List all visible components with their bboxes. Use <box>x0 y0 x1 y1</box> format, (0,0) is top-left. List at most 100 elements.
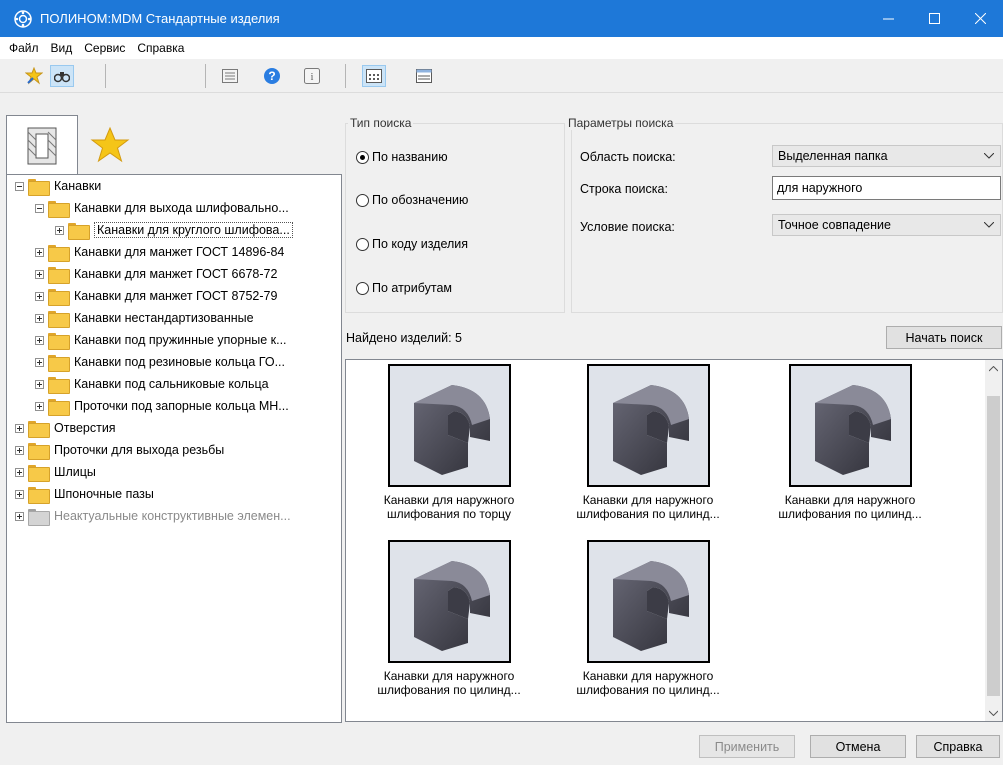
tree-item[interactable]: Канавки для манжет ГОСТ 8752-79 <box>35 285 277 307</box>
expand-icon[interactable] <box>15 467 24 477</box>
info-button[interactable]: i <box>300 65 324 87</box>
expand-icon[interactable] <box>15 511 24 521</box>
expand-icon[interactable] <box>35 357 44 367</box>
help-button[interactable]: ? <box>260 65 284 87</box>
start-search-button[interactable]: Начать поиск <box>886 326 1002 349</box>
expand-icon[interactable] <box>15 445 24 455</box>
result-item[interactable]: Канавки для наружного шлифования по торцу <box>354 364 544 521</box>
tree-item[interactable]: Канавки под сальниковые кольца <box>35 373 269 395</box>
radio-by-name[interactable]: По названию <box>356 150 448 164</box>
tree-item[interactable]: Канавки для манжет ГОСТ 6678-72 <box>35 263 277 285</box>
result-item[interactable]: Канавки для наружного шлифования по цилин… <box>553 540 743 697</box>
found-count: Найдено изделий: 5 <box>346 331 462 345</box>
radio-by-code[interactable]: По коду изделия <box>356 237 468 251</box>
close-button[interactable] <box>957 0 1003 37</box>
scroll-down-icon[interactable] <box>985 704 1002 721</box>
search-toggle-button[interactable] <box>50 65 74 87</box>
pin-button[interactable] <box>22 65 46 87</box>
tab-favorites[interactable] <box>78 115 142 175</box>
part-3d-icon <box>613 560 689 651</box>
part-3d-icon <box>613 384 689 475</box>
results-scrollbar[interactable] <box>985 360 1002 721</box>
search-area-select[interactable]: Выделенная папка <box>772 145 1001 167</box>
folder-icon <box>28 442 50 460</box>
part-thumbnail <box>586 540 710 663</box>
radio-icon <box>356 281 369 295</box>
tab-catalog[interactable] <box>6 115 78 175</box>
result-item[interactable]: Канавки для наружного шлифования по цилин… <box>354 540 544 697</box>
chevron-down-icon <box>982 149 996 163</box>
scrollbar-thumb[interactable] <box>987 396 1000 696</box>
expand-icon[interactable] <box>35 247 44 257</box>
menu-help[interactable]: Справка <box>131 41 190 55</box>
radio-by-designation[interactable]: По обозначению <box>356 193 468 207</box>
tree-item[interactable]: Проточки под запорные кольца МН... <box>35 395 289 417</box>
folder-icon <box>48 398 70 416</box>
tree-item-label: Канавки <box>54 179 102 193</box>
result-caption: Канавки для наружного <box>784 493 916 507</box>
expand-icon[interactable] <box>35 269 44 279</box>
cancel-button[interactable]: Отмена <box>810 735 906 758</box>
menu-file[interactable]: Файл <box>3 41 45 55</box>
result-item[interactable]: Канавки для наружного шлифования по цилин… <box>755 364 945 521</box>
collapse-icon[interactable] <box>15 181 24 191</box>
search-string-input[interactable]: для наружного <box>772 176 1001 200</box>
maximize-button[interactable] <box>911 0 957 37</box>
help-dialog-button[interactable]: Справка <box>916 735 1000 758</box>
category-tree: Канавки Канавки для выхода шлифовально..… <box>6 174 342 723</box>
expand-icon[interactable] <box>15 423 24 433</box>
part-thumbnail <box>586 364 710 487</box>
tree-item-label: Канавки для манжет ГОСТ 6678-72 <box>74 267 278 281</box>
result-caption: шлифования по цилинд... <box>778 507 922 521</box>
radio-by-attributes[interactable]: По атрибутам <box>356 281 452 295</box>
search-type-title: Тип поиска <box>348 116 414 130</box>
toolbar: ? i <box>0 59 1003 93</box>
expand-icon[interactable] <box>35 379 44 389</box>
tree-item[interactable]: Отверстия <box>15 417 116 439</box>
tree-item-label: Канавки нестандартизованные <box>74 311 254 325</box>
tree-item[interactable]: Шлицы <box>15 461 96 483</box>
expand-icon[interactable] <box>55 225 64 235</box>
radio-icon <box>356 237 369 251</box>
expand-icon[interactable] <box>35 291 44 301</box>
tree-item[interactable]: Канавки для манжет ГОСТ 14896-84 <box>35 241 284 263</box>
list-view-button[interactable] <box>218 65 242 87</box>
table-view-button[interactable] <box>412 65 436 87</box>
tree-item[interactable]: Канавки под пружинные упорные к... <box>35 329 287 351</box>
result-caption: шлифования по цилинд... <box>377 683 521 697</box>
expand-icon[interactable] <box>35 335 44 345</box>
binoculars-icon <box>54 72 70 83</box>
tree-item-label: Проточки для выхода резьбы <box>54 443 225 457</box>
tree-item-label: Отверстия <box>54 421 116 435</box>
tree-item[interactable]: Канавки для выхода шлифовально... <box>35 197 289 219</box>
info-icon: i <box>304 68 320 84</box>
window-title: ПОЛИНОМ:MDM Стандартные изделия <box>40 11 280 26</box>
collapse-icon[interactable] <box>35 203 44 213</box>
expand-icon[interactable] <box>35 401 44 411</box>
tree-item[interactable]: Канавки под резиновые кольца ГО... <box>35 351 285 373</box>
minimize-icon <box>882 18 894 20</box>
tree-item-label: Канавки под резиновые кольца ГО... <box>74 355 285 369</box>
search-condition-select[interactable]: Точное совпадение <box>772 214 1001 236</box>
part-thumbnail <box>387 540 511 663</box>
scroll-up-icon[interactable] <box>985 360 1002 377</box>
expand-icon[interactable] <box>15 489 24 499</box>
tree-item[interactable]: Неактуальные конструктивные элемен... <box>15 505 291 527</box>
tree-item[interactable]: Проточки для выхода резьбы <box>15 439 224 461</box>
result-caption: Канавки для наружного <box>582 669 714 683</box>
menu-service[interactable]: Сервис <box>78 41 131 55</box>
grid-view-button[interactable] <box>362 65 386 87</box>
menu-view[interactable]: Вид <box>45 41 79 55</box>
apply-button[interactable]: Применить <box>699 735 795 758</box>
folder-icon <box>48 200 70 218</box>
tree-item[interactable]: Шпоночные пазы <box>15 483 154 505</box>
expand-icon[interactable] <box>35 313 44 323</box>
tree-item-label: Канавки для манжет ГОСТ 14896-84 <box>74 245 285 259</box>
result-item[interactable]: Канавки для наружного шлифования по цилин… <box>553 364 743 521</box>
tree-item[interactable]: Канавки <box>15 175 101 197</box>
tree-item[interactable]: Канавки для круглого шлифова... <box>55 219 293 241</box>
tree-item-label: Канавки под сальниковые кольца <box>74 377 269 391</box>
tree-item[interactable]: Канавки нестандартизованные <box>35 307 254 329</box>
minimize-button[interactable] <box>865 0 911 37</box>
svg-text:i: i <box>311 72 314 83</box>
